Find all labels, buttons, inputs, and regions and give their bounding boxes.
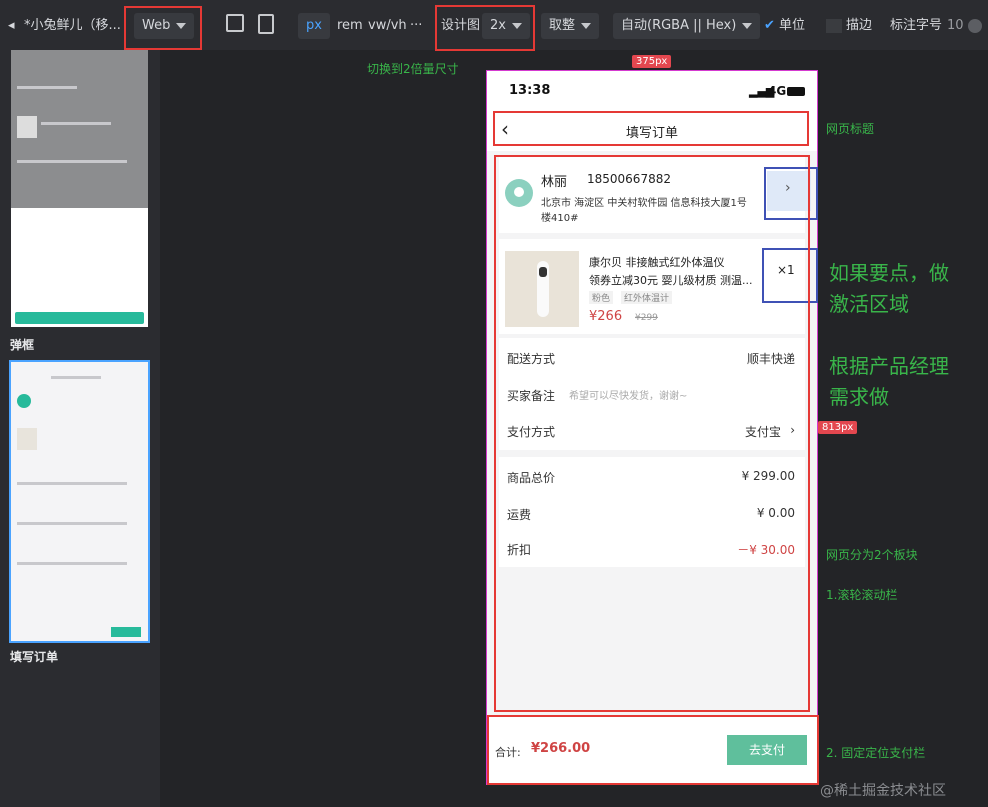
thumbnail-line (51, 376, 101, 379)
annotation-box-scroll-area (494, 155, 810, 712)
unit-checkbox[interactable]: ✔ 单位 (764, 13, 805, 39)
thumbnail-dialog (11, 208, 148, 327)
phone-artboard: 13:38 ▂▄▆ 4G ‹ 填写订单 林丽 18500667882 北京市 海… (486, 70, 819, 785)
note-hotspot-2: 激活区域 (829, 292, 909, 316)
back-icon[interactable]: ◂ (8, 13, 15, 39)
color-mode-value: 自动(RGBA || Hex) (621, 18, 737, 33)
color-mode-dropdown[interactable]: 自动(RGBA || Hex) (613, 13, 761, 39)
annotation-box-title (493, 111, 809, 146)
thumbnail-line (17, 482, 127, 485)
thumbnail-pay-button (111, 627, 141, 637)
project-name[interactable]: *小兔鲜儿（移... (24, 13, 120, 39)
annotation-box-pay-bar (487, 715, 819, 785)
thumbnail-line (17, 86, 77, 89)
note-page-title: 网页标题 (826, 122, 875, 136)
rounding-value: 取整 (549, 18, 576, 33)
note-scroll: 1.滚轮滚动栏 (826, 588, 898, 602)
stroke-checkbox-label: 描边 (846, 18, 873, 33)
unit-vw-tab[interactable]: vw/vh (368, 13, 407, 39)
font-size-slider-knob[interactable] (968, 19, 982, 33)
export-icon[interactable] (258, 14, 274, 34)
page-thumbnails-panel: 弹框 填写订单 (0, 50, 160, 807)
unit-px-tab[interactable]: px (298, 13, 330, 39)
thumbnail-confirm-button (15, 312, 144, 324)
status-bar: 13:38 ▂▄▆ 4G (487, 71, 817, 111)
check-icon: ✔ (764, 18, 775, 33)
more-units-icon[interactable]: ··· (410, 13, 422, 39)
network-label: 4G (768, 84, 787, 98)
thumbnail-line (17, 562, 127, 565)
thumbnail-image (17, 428, 37, 450)
thumbnail-label-order[interactable]: 填写订单 (10, 648, 58, 665)
thumbnail-line (41, 122, 111, 125)
thumbnail-image (17, 116, 37, 138)
save-icon[interactable] (226, 14, 244, 32)
status-time: 13:38 (509, 83, 551, 98)
top-toolbar: ◂ *小兔鲜儿（移... Web px rem vw/vh ··· 设计图 2x… (0, 0, 988, 51)
annotation-box-design (435, 5, 535, 51)
thumbnail-line (17, 522, 127, 525)
note-fixed: 2. 固定定位支付栏 (826, 746, 926, 760)
watermark: @稀土掘金技术社区 (820, 783, 946, 799)
font-size-label: 标注字号 (890, 18, 943, 33)
unit-checkbox-label: 单位 (779, 18, 806, 33)
battery-icon (787, 87, 805, 96)
stroke-checkbox[interactable]: 描边 (826, 13, 872, 39)
unit-rem-tab[interactable]: rem (337, 13, 363, 39)
width-tag: 375px (632, 55, 672, 68)
note-pm-2: 需求做 (829, 385, 889, 409)
height-tag: 813px (818, 421, 858, 434)
note-switch-size: 切换到2倍量尺寸 (367, 62, 459, 76)
thumbnail-location-icon (17, 394, 31, 408)
rounding-dropdown[interactable]: 取整 (541, 13, 600, 39)
thumbnail-label-popup[interactable]: 弹框 (10, 336, 34, 353)
checkbox-box (826, 18, 842, 33)
annotation-box-platform (124, 6, 202, 50)
thumbnail-line (17, 160, 127, 163)
chevron-down-icon (581, 22, 592, 29)
thumbnail-popup[interactable] (11, 50, 148, 327)
note-sections: 网页分为2个板块 (826, 548, 918, 562)
thumbnail-order[interactable] (9, 360, 150, 643)
note-pm-1: 根据产品经理 (829, 354, 949, 378)
note-hotspot-1: 如果要点，做 (829, 261, 949, 285)
font-size-value[interactable]: 10 (947, 13, 964, 39)
chevron-down-icon (742, 22, 753, 29)
